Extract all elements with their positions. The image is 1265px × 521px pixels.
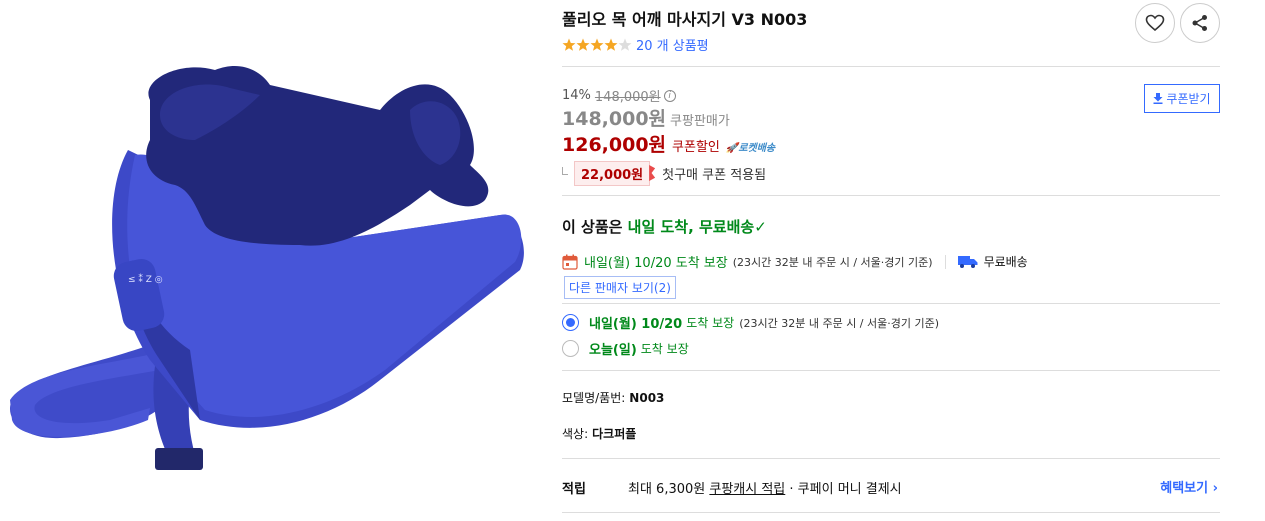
color-value: 다크퍼플 (592, 427, 637, 441)
calendar-icon (562, 254, 578, 270)
delivery-option-today[interactable]: 오늘(일) 도착 보장 (562, 339, 689, 358)
delivery-info-row: 내일(월) 10/20 도착 보장 (23시간 32분 내 주문 시 / 서울·… (562, 252, 1028, 271)
wishlist-button[interactable] (1135, 3, 1175, 43)
product-title: 풀리오 목 어깨 마사지기 V3 N003 (562, 10, 808, 29)
divider (562, 66, 1220, 67)
base-price: 148,000원 (562, 108, 667, 130)
radio-unchecked[interactable] (562, 340, 579, 357)
arrival-prefix: 이 상품은 (562, 218, 628, 236)
review-count-link[interactable]: 20 개 상품평 (636, 35, 709, 54)
svg-text:≤ ⁑ Z ◎: ≤ ⁑ Z ◎ (128, 273, 163, 285)
model-label: 모델명/품번: (562, 391, 626, 405)
separator (944, 254, 946, 269)
model-spec: 모델명/품번: N003 (562, 389, 664, 406)
original-price: 148,000원 (594, 90, 661, 105)
free-shipping-label: 무료배송 (983, 255, 1028, 269)
color-label: 색상: (562, 427, 589, 441)
delivery-note: (23시간 32분 내 주문 시 / 서울·경기 기준) (732, 255, 933, 269)
heart-icon (1145, 14, 1165, 32)
rocket-badge: 🚀로켓배송 (726, 139, 775, 154)
reward-suffix: · 쿠페이 머니 결제시 (785, 482, 902, 497)
model-value: N003 (629, 391, 665, 405)
color-spec: 색상: 다크퍼플 (562, 425, 636, 442)
benefit-view-link[interactable]: 혜택보기 › (1160, 477, 1218, 496)
base-price-row: 148,000원 쿠팡판매가 (562, 104, 730, 131)
reward-label: 적립 (562, 482, 586, 497)
coupon-row: 22,000원 첫구매 쿠폰 적용됨 (562, 161, 766, 186)
share-button[interactable] (1180, 3, 1220, 43)
chevron-right-icon: › (1212, 481, 1218, 496)
other-sellers-button[interactable]: 다른 판매자 보기(2) (564, 276, 676, 299)
option-note: (23시간 32분 내 주문 시 / 서울·경기 기준) (739, 316, 940, 330)
divider (562, 458, 1220, 459)
discount-row: 14% 148,000원 i (562, 86, 676, 105)
branch-line (562, 166, 568, 175)
rocket-label: 로켓배송 (738, 143, 776, 154)
radio-checked[interactable] (562, 314, 579, 331)
option-guarantee: 도착 보장 (686, 316, 735, 330)
divider (562, 512, 1220, 513)
stars-icon (562, 38, 632, 51)
divider (562, 370, 1220, 371)
rocket-icon: 🚀 (725, 143, 739, 154)
truck-icon (957, 255, 978, 268)
reward-prefix: 최대 6,300원 (628, 482, 710, 497)
base-price-label: 쿠팡판매가 (670, 114, 730, 129)
delivery-option-tomorrow[interactable]: 내일(월) 10/20 도착 보장 (23시간 32분 내 주문 시 / 서울·… (562, 313, 939, 332)
sale-price-row: 126,000원 쿠폰할인 🚀로켓배송 (562, 130, 775, 157)
info-icon[interactable]: i (663, 89, 676, 102)
sale-label: 쿠폰할인 (672, 140, 720, 155)
benefit-label: 혜택보기 (1160, 481, 1209, 496)
option-date: 내일(월) 10/20 (589, 317, 683, 332)
sale-price: 126,000원 (562, 134, 667, 156)
share-icon (1192, 15, 1207, 31)
delivery-date: 내일(월) 10/20 도착 보장 (584, 256, 728, 271)
coupon-download-label: 쿠폰받기 (1166, 92, 1211, 106)
arrival-highlight: 내일 도착, 무료배송 (627, 218, 755, 236)
coupon-amount: 22,000원 (574, 161, 651, 186)
reward-text: 최대 6,300원 쿠팡캐시 적립 · 쿠페이 머니 결제시 (628, 478, 902, 497)
option-date: 오늘(일) (589, 343, 637, 358)
coupon-description: 첫구매 쿠폰 적용됨 (662, 168, 767, 183)
download-icon (1153, 93, 1163, 104)
divider (562, 303, 1220, 304)
check-icon: ✓ (754, 218, 767, 236)
rating-row: 20 개 상품평 (562, 35, 709, 54)
discount-rate: 14% (562, 88, 591, 103)
coupang-cash-link[interactable]: 쿠팡캐시 적립 (709, 482, 785, 497)
divider (562, 195, 1220, 196)
product-info-panel: 풀리오 목 어깨 마사지기 V3 N003 20 개 상품평 14% 148,0… (562, 0, 1222, 521)
product-image: ≤ ⁑ Z ◎ (10, 65, 524, 470)
star-rating[interactable] (562, 38, 632, 52)
arrival-headline: 이 상품은 내일 도착, 무료배송✓ (562, 216, 767, 237)
option-guarantee: 도착 보장 (640, 342, 689, 356)
coupon-download-button[interactable]: 쿠폰받기 (1144, 84, 1220, 113)
